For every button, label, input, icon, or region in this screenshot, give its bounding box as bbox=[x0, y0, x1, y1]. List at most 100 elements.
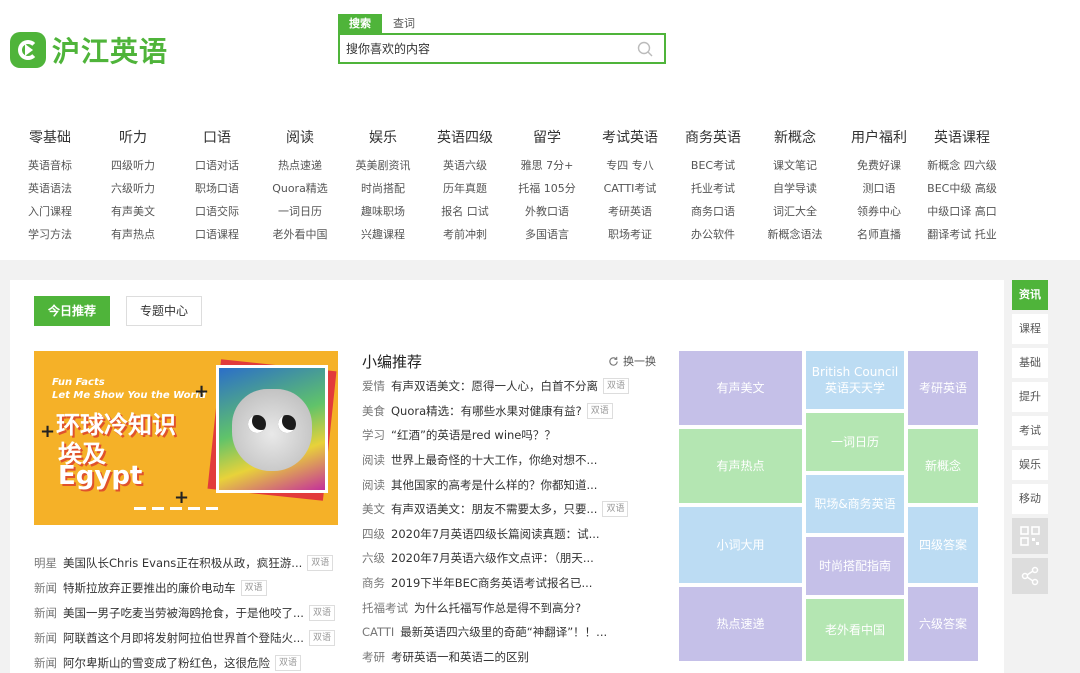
nav-link[interactable]: 职场考证 bbox=[585, 223, 675, 246]
nav-heading[interactable]: 听力 bbox=[88, 128, 178, 154]
nav-link[interactable]: 英美剧资讯 bbox=[338, 154, 428, 177]
nav-link[interactable]: 入门课程 bbox=[5, 200, 95, 223]
rail-item[interactable]: 基础 bbox=[1012, 348, 1048, 378]
list-item[interactable]: 美文 有声双语美文：朋友不需要太多，只要... 双语 bbox=[362, 497, 656, 522]
nav-link[interactable]: BEC考试 bbox=[668, 154, 758, 177]
nav-link[interactable]: 办公软件 bbox=[668, 223, 758, 246]
nav-link[interactable]: 口语交际 bbox=[172, 200, 262, 223]
search-tab-search[interactable]: 搜索 bbox=[338, 14, 382, 33]
nav-heading[interactable]: 留学 bbox=[502, 128, 592, 154]
item-title[interactable]: 有声双语美文：朋友不需要太多，只要... bbox=[391, 501, 597, 517]
nav-link[interactable]: 专四 专八 bbox=[585, 154, 675, 177]
topic-tile[interactable]: 小词大用 bbox=[679, 507, 802, 583]
nav-link[interactable]: 多国语言 bbox=[502, 223, 592, 246]
brand-logo[interactable]: 沪江英语 bbox=[10, 30, 168, 70]
nav-link[interactable]: 有声热点 bbox=[88, 223, 178, 246]
item-category[interactable]: CATTI bbox=[362, 625, 394, 639]
nav-heading[interactable]: 英语课程 bbox=[917, 128, 1007, 154]
item-title[interactable]: 其他国家的高考是什么样的？你都知道... bbox=[391, 477, 597, 493]
banner-dot[interactable] bbox=[134, 507, 146, 510]
rail-item[interactable]: 考试 bbox=[1012, 416, 1048, 446]
nav-link[interactable]: 兴趣课程 bbox=[338, 223, 428, 246]
refresh-button[interactable]: 换一换 bbox=[608, 353, 656, 369]
item-category[interactable]: 新闻 bbox=[34, 630, 57, 646]
nav-link[interactable]: BEC中级 高级 bbox=[917, 177, 1007, 200]
list-item[interactable]: 学习 “红酒”的英语是red wine吗？？ bbox=[362, 423, 656, 448]
banner-pagination[interactable] bbox=[134, 507, 218, 510]
list-item[interactable]: 明星 美国队长Chris Evans正在积极从政，疯狂游... 双语 bbox=[34, 550, 340, 575]
item-title[interactable]: 世界上最奇怪的十大工作，你绝对想不... bbox=[391, 452, 597, 468]
nav-link[interactable]: 翻译考试 托业 bbox=[917, 223, 1007, 246]
nav-heading[interactable]: 商务英语 bbox=[668, 128, 758, 154]
item-category[interactable]: 阅读 bbox=[362, 452, 385, 468]
banner-dot[interactable] bbox=[206, 507, 218, 510]
item-category[interactable]: 考研 bbox=[362, 649, 385, 665]
nav-link[interactable]: 报名 口试 bbox=[420, 200, 510, 223]
list-item[interactable]: 新闻 美国一男子吃麦当劳被海鸥抢食，于是他咬了... 双语 bbox=[34, 600, 340, 625]
nav-heading[interactable]: 用户福利 bbox=[834, 128, 924, 154]
nav-link[interactable]: 课文笔记 bbox=[750, 154, 840, 177]
item-category[interactable]: 明星 bbox=[34, 555, 57, 571]
rail-item[interactable]: 提升 bbox=[1012, 382, 1048, 412]
item-category[interactable]: 美食 bbox=[362, 403, 385, 419]
nav-link[interactable]: 自学导读 bbox=[750, 177, 840, 200]
nav-heading[interactable]: 娱乐 bbox=[338, 128, 428, 154]
rail-item[interactable]: 移动 bbox=[1012, 484, 1048, 514]
nav-link[interactable]: 学习方法 bbox=[5, 223, 95, 246]
qr-code-icon[interactable] bbox=[1012, 518, 1048, 554]
nav-heading[interactable]: 零基础 bbox=[5, 128, 95, 154]
item-title[interactable]: 2020年7月英语四级长篇阅读真题：试... bbox=[391, 526, 600, 542]
tab-topics[interactable]: 专题中心 bbox=[126, 296, 203, 326]
list-item[interactable]: 托福考试 为什么托福写作总是得不到高分? bbox=[362, 595, 656, 620]
banner-dot[interactable] bbox=[188, 507, 200, 510]
search-tab-dictionary[interactable]: 查词 bbox=[382, 14, 426, 33]
topic-tile[interactable]: 热点速递 bbox=[679, 587, 802, 661]
nav-link[interactable]: 时尚搭配 bbox=[338, 177, 428, 200]
nav-link[interactable]: 新概念 四六级 bbox=[917, 154, 1007, 177]
nav-link[interactable]: 测口语 bbox=[834, 177, 924, 200]
list-item[interactable]: 六级 2020年7月英语六级作文点评：（朋天... bbox=[362, 546, 656, 571]
topic-tile[interactable]: 有声美文 bbox=[679, 351, 802, 425]
nav-link[interactable]: 四级听力 bbox=[88, 154, 178, 177]
nav-heading[interactable]: 阅读 bbox=[255, 128, 345, 154]
item-title[interactable]: 美国一男子吃麦当劳被海鸥抢食，于是他咬了... bbox=[63, 605, 304, 621]
search-input[interactable] bbox=[346, 40, 626, 58]
list-item[interactable]: 爱情 有声双语美文：愿得一人心，白首不分离 双语 bbox=[362, 374, 656, 399]
item-title[interactable]: 阿尔卑斯山的雪变成了粉红色，这很危险 bbox=[63, 655, 270, 671]
nav-heading[interactable]: 考试英语 bbox=[585, 128, 675, 154]
list-item[interactable]: 阅读 世界上最奇怪的十大工作，你绝对想不... bbox=[362, 448, 656, 473]
nav-link[interactable]: 领券中心 bbox=[834, 200, 924, 223]
nav-link[interactable]: 一词日历 bbox=[255, 200, 345, 223]
nav-link[interactable]: 六级听力 bbox=[88, 177, 178, 200]
item-category[interactable]: 六级 bbox=[362, 550, 385, 566]
nav-link[interactable]: 名师直播 bbox=[834, 223, 924, 246]
nav-link[interactable]: 词汇大全 bbox=[750, 200, 840, 223]
item-title[interactable]: “红酒”的英语是red wine吗？？ bbox=[391, 427, 556, 443]
nav-link[interactable]: 英语六级 bbox=[420, 154, 510, 177]
search-icon[interactable] bbox=[636, 40, 654, 58]
item-title[interactable]: 为什么托福写作总是得不到高分? bbox=[414, 600, 581, 616]
nav-link[interactable]: 趣味职场 bbox=[338, 200, 428, 223]
item-title[interactable]: 2020年7月英语六级作文点评：（朋天... bbox=[391, 550, 594, 566]
nav-link[interactable]: 考研英语 bbox=[585, 200, 675, 223]
nav-link[interactable]: 职场口语 bbox=[172, 177, 262, 200]
nav-link[interactable]: 英语语法 bbox=[5, 177, 95, 200]
nav-link[interactable]: 老外看中国 bbox=[255, 223, 345, 246]
nav-link[interactable]: 考前冲刺 bbox=[420, 223, 510, 246]
item-category[interactable]: 爱情 bbox=[362, 378, 385, 394]
rail-item[interactable]: 资讯 bbox=[1012, 280, 1048, 310]
nav-link[interactable]: 中级口译 高口 bbox=[917, 200, 1007, 223]
nav-link[interactable]: 口语对话 bbox=[172, 154, 262, 177]
item-category[interactable]: 学习 bbox=[362, 427, 385, 443]
topic-tile[interactable]: 时尚搭配指南 bbox=[806, 537, 904, 595]
item-category[interactable]: 新闻 bbox=[34, 580, 57, 596]
item-title[interactable]: 美国队长Chris Evans正在积极从政，疯狂游... bbox=[63, 555, 302, 571]
topic-tile[interactable]: 老外看中国 bbox=[806, 599, 904, 661]
topic-tile[interactable]: British Council 英语天天学 bbox=[806, 351, 904, 409]
nav-link[interactable]: 英语音标 bbox=[5, 154, 95, 177]
nav-link[interactable]: 新概念语法 bbox=[750, 223, 840, 246]
list-item[interactable]: 阅读 其他国家的高考是什么样的？你都知道... bbox=[362, 472, 656, 497]
rail-item[interactable]: 课程 bbox=[1012, 314, 1048, 344]
item-title[interactable]: 阿联酋这个月即将发射阿拉伯世界首个登陆火... bbox=[63, 630, 304, 646]
list-item[interactable]: 四级 2020年7月英语四级长篇阅读真题：试... bbox=[362, 522, 656, 547]
